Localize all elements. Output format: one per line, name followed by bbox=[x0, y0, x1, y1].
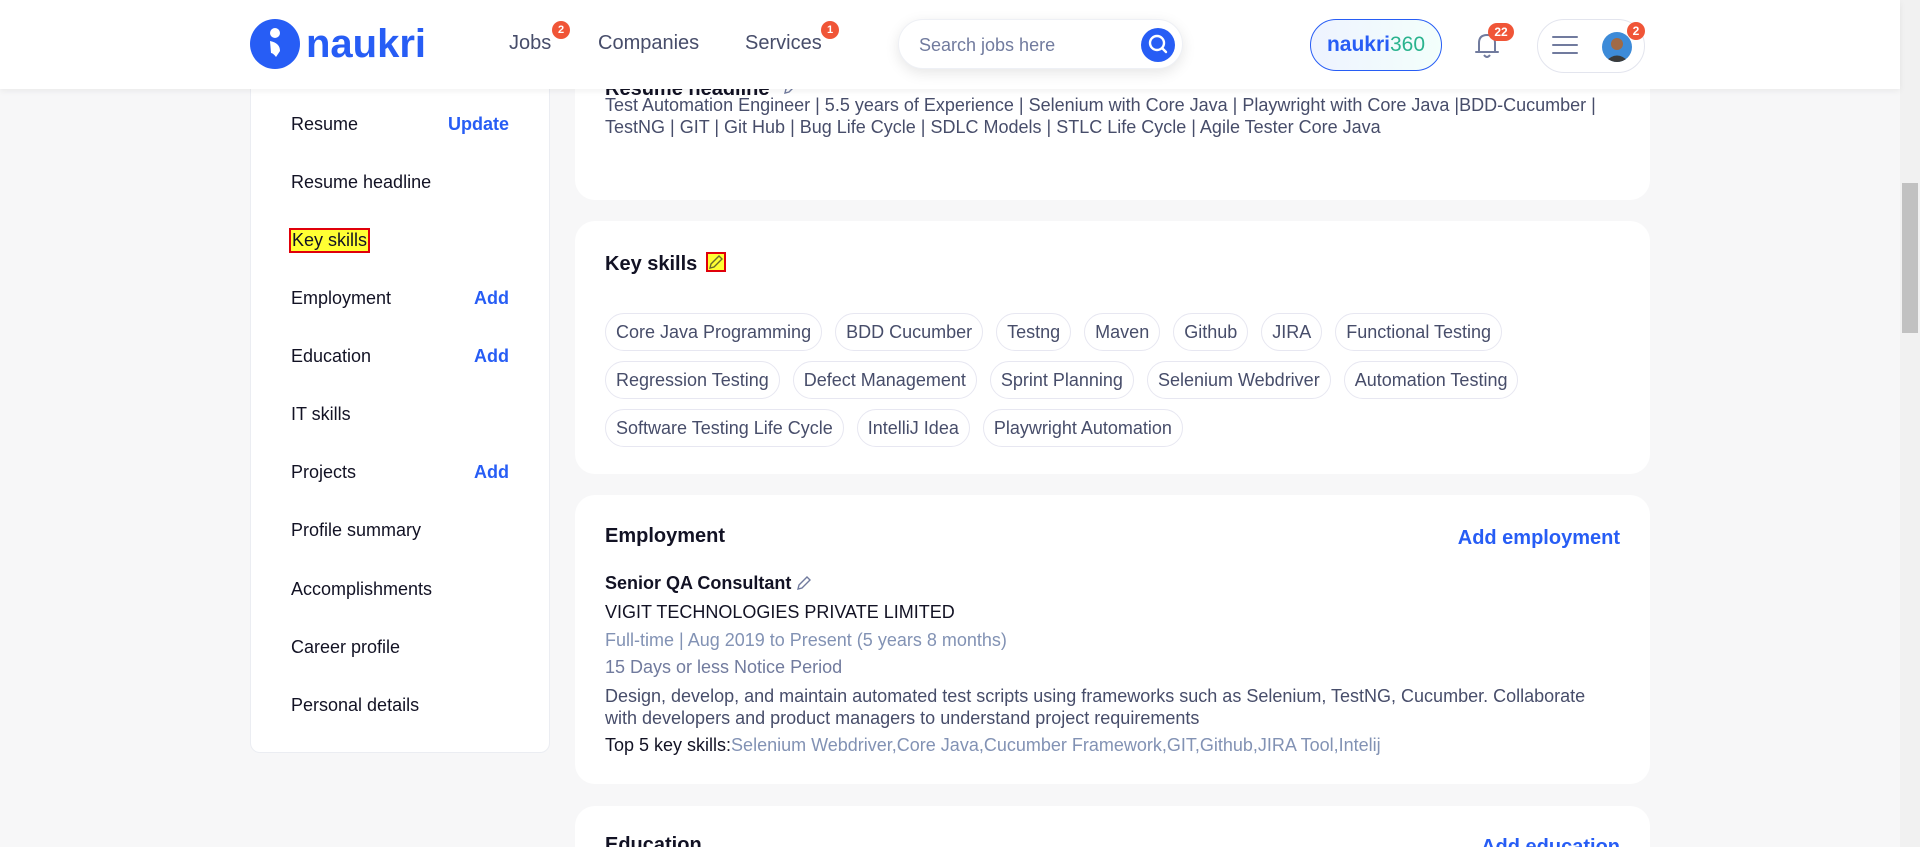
notification-badge: 22 bbox=[1488, 23, 1514, 41]
key-skills-edit-button[interactable] bbox=[706, 252, 726, 272]
sidebar-item-accomplishments[interactable]: Accomplishments bbox=[291, 579, 432, 600]
employment-card: Employment Add employment Senior QA Cons… bbox=[575, 495, 1650, 784]
key-skills-list: Core Java Programming BDD Cucumber Testng M… bbox=[605, 313, 1605, 457]
add-education-link[interactable]: Add education bbox=[1481, 836, 1620, 847]
employment-title: Employment bbox=[605, 525, 726, 547]
sidebar-item-employment[interactable]: Employment bbox=[291, 288, 391, 309]
naukri-logo[interactable]: naukri bbox=[250, 19, 426, 69]
naukri360-brand: naukri bbox=[1326, 33, 1390, 56]
skill-chip: Sprint Planning bbox=[989, 361, 1134, 399]
nav-companies[interactable]: Companies bbox=[598, 32, 699, 55]
sidebar-item-personal-details[interactable]: Personal details bbox=[291, 695, 419, 716]
education-card: Education Add education bbox=[575, 806, 1650, 847]
search-icon bbox=[1148, 34, 1168, 54]
naukri-logo-icon bbox=[250, 19, 300, 69]
skill-chip: Functional Testing bbox=[1335, 313, 1503, 351]
skill-chip: Core Java Programming bbox=[605, 313, 823, 351]
key-skills-card: Key skills Core Java Programming BDD Cucu… bbox=[575, 221, 1650, 474]
education-title: Education bbox=[605, 834, 702, 847]
skill-chip: BDD Cucumber bbox=[835, 313, 984, 351]
sidebar-item-resume-headline[interactable]: Resume headline bbox=[291, 172, 431, 193]
profile-badge: 2 bbox=[1627, 22, 1645, 40]
projects-add-link[interactable]: Add bbox=[474, 462, 509, 483]
services-badge: 1 bbox=[821, 21, 839, 39]
sidebar-item-resume[interactable]: Resume bbox=[291, 114, 358, 135]
search-input[interactable] bbox=[919, 33, 1129, 57]
skill-chip: Testng bbox=[996, 313, 1072, 351]
resume-headline-text: Test Automation Engineer | 5.5 years of … bbox=[605, 95, 1596, 137]
skill-chip: Regression Testing bbox=[605, 361, 780, 399]
top-skills-values: Selenium Webdriver,Core Java,Cucumber Fr… bbox=[731, 735, 1381, 755]
pencil-icon[interactable] bbox=[795, 574, 813, 592]
sidebar-item-it-skills[interactable]: IT skills bbox=[291, 404, 351, 425]
logo-text: naukri bbox=[306, 22, 427, 66]
scrollbar-track[interactable] bbox=[1900, 0, 1920, 847]
key-skills-title: Key skills bbox=[605, 253, 698, 275]
search-button[interactable] bbox=[1141, 28, 1175, 62]
employment-add-link[interactable]: Add bbox=[474, 288, 509, 309]
naukri360-number: 360 bbox=[1389, 33, 1426, 56]
quick-links-sidebar: Resume Update Resume headline Key skills… bbox=[250, 70, 550, 753]
notice-period: 15 Days or less Notice Period bbox=[605, 657, 843, 677]
skill-chip: Automation Testing bbox=[1343, 361, 1519, 399]
skill-chip: Playwright Automation bbox=[982, 409, 1183, 447]
employment-meta: Full-time | Aug 2019 to Present (5 years… bbox=[605, 630, 1007, 650]
top-header: naukri Jobs 2 Companies Services 1 naukr… bbox=[0, 0, 1900, 89]
sidebar-item-projects[interactable]: Projects bbox=[291, 462, 356, 483]
skill-chip: Maven bbox=[1084, 313, 1161, 351]
skill-chip: Github bbox=[1173, 313, 1249, 351]
employment-role: Senior QA Consultant bbox=[605, 573, 792, 593]
jobs-badge: 2 bbox=[552, 21, 570, 39]
education-add-link[interactable]: Add bbox=[474, 346, 509, 367]
employment-description: Design, develop, and maintain automated … bbox=[605, 686, 1586, 728]
pencil-icon bbox=[709, 255, 723, 269]
skill-chip: JIRA bbox=[1261, 313, 1323, 351]
skill-chip: Defect Management bbox=[792, 361, 977, 399]
search-bar[interactable] bbox=[898, 19, 1183, 69]
skill-chip: Selenium Webdriver bbox=[1146, 361, 1331, 399]
employment-top-skills: Top 5 key skills:Selenium Webdriver,Core… bbox=[605, 735, 1381, 756]
sidebar-item-key-skills[interactable]: Key skills bbox=[288, 228, 371, 253]
skill-chip: IntelliJ Idea bbox=[856, 409, 970, 447]
resume-update-link[interactable]: Update bbox=[448, 114, 509, 135]
avatar[interactable] bbox=[1602, 32, 1632, 62]
hamburger-icon[interactable] bbox=[1552, 36, 1578, 54]
employment-company: VIGIT TECHNOLOGIES PRIVATE LIMITED bbox=[605, 602, 955, 622]
add-employment-link[interactable]: Add employment bbox=[1458, 527, 1620, 550]
nav-jobs[interactable]: Jobs bbox=[509, 32, 551, 55]
top-skills-label: Top 5 key skills: bbox=[605, 735, 732, 755]
skill-chip: Software Testing Life Cycle bbox=[605, 409, 844, 447]
nav-services[interactable]: Services bbox=[745, 32, 822, 55]
naukri360-button[interactable]: naukri360 bbox=[1310, 19, 1442, 71]
sidebar-item-profile-summary[interactable]: Profile summary bbox=[291, 520, 421, 541]
sidebar-item-career-profile[interactable]: Career profile bbox=[291, 637, 400, 658]
sidebar-item-education[interactable]: Education bbox=[291, 346, 371, 367]
scrollbar-thumb[interactable] bbox=[1902, 183, 1918, 333]
